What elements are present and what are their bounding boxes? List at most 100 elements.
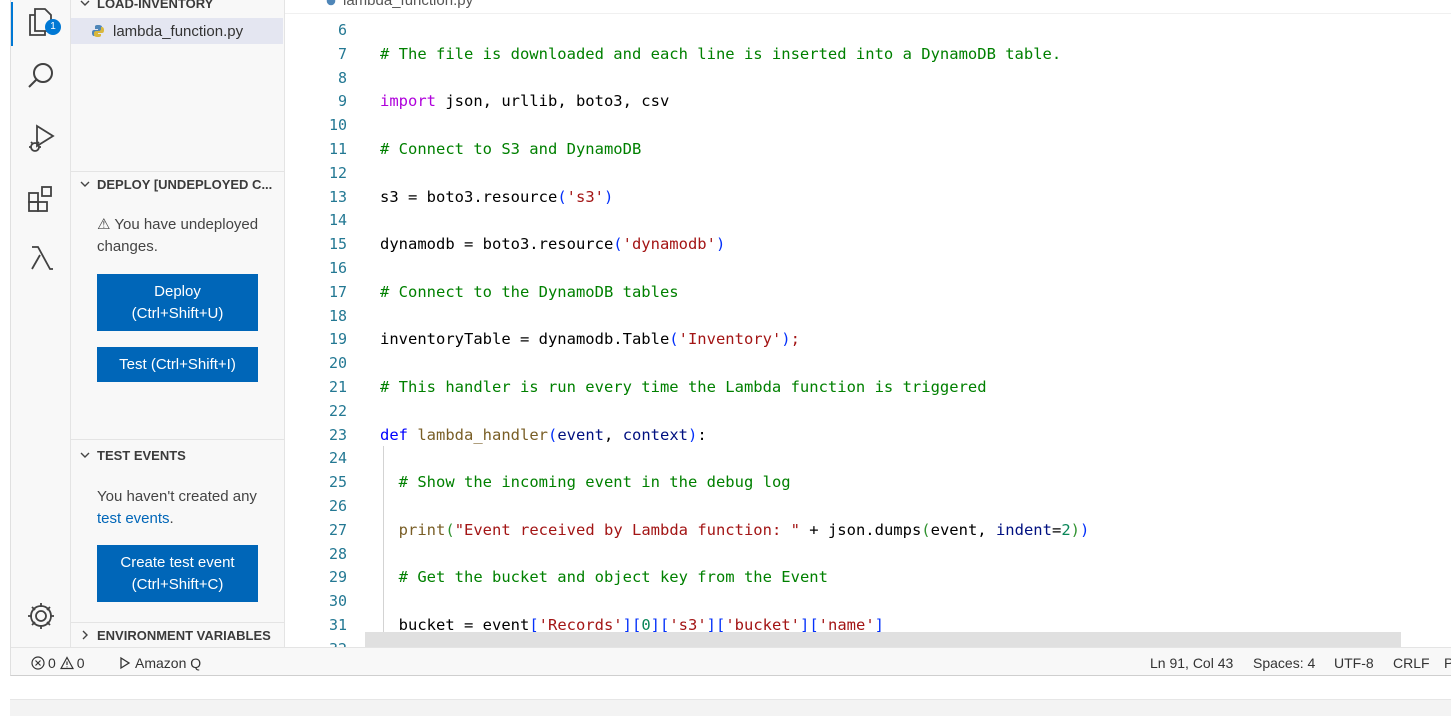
code-line[interactable]: 26 [285, 494, 1451, 518]
code-token: # Show the incoming event in the debug l… [398, 473, 791, 492]
code-line[interactable]: 28 [285, 542, 1451, 566]
code-line[interactable]: 17 # Connect to the DynamoDB tables [285, 280, 1451, 304]
code-token: # Get the bucket and object key from the… [398, 568, 828, 587]
code-token: lambda_handler [417, 425, 548, 444]
code-token: indent [995, 520, 1052, 539]
indentation-status[interactable]: Spaces: 4 [1253, 648, 1315, 675]
run-debug-icon[interactable] [21, 117, 61, 157]
deploy-button-label: Deploy [154, 282, 201, 300]
section-title: ENVIRONMENT VARIABLES [97, 627, 271, 643]
editor-tab-strip: lambda_function.py [285, 0, 1451, 14]
code-line[interactable]: 24 [285, 446, 1451, 470]
code-line[interactable]: 18 [285, 304, 1451, 328]
code-line[interactable]: 9 import json, urllib, boto3, csv [285, 89, 1451, 113]
eol-text: CRLF [1393, 654, 1430, 671]
code-line[interactable]: 19 inventoryTable = dynamodb.Table('Inven… [285, 327, 1451, 351]
language-status[interactable]: P [1444, 648, 1451, 675]
warning-icon [59, 655, 74, 669]
create-test-event-label: Create test event [120, 553, 235, 571]
code-token: , [604, 425, 623, 444]
horizontal-scrollbar[interactable] [365, 632, 1401, 647]
code-line[interactable]: 22 [285, 399, 1451, 423]
code-line[interactable]: 11 # Connect to S3 and DynamoDB [285, 137, 1451, 161]
code-line[interactable]: 10 [285, 113, 1451, 137]
code-token: "Event received by Lambda function: " [454, 520, 800, 539]
code-line[interactable]: 15 dynamodb = boto3.resource('dynamodb') [285, 232, 1451, 256]
error-count: 0 [48, 654, 56, 671]
code-line[interactable]: 25 # Show the incoming event in the debu… [285, 470, 1451, 494]
code-line[interactable]: 13 s3 = boto3.resource('s3') [285, 185, 1451, 209]
code-token: 2 [1061, 520, 1071, 539]
code-text: dynamodb = boto3.resource('dynamodb') [380, 232, 725, 256]
settings-gear-icon[interactable] [21, 596, 61, 636]
active-view-indicator [11, 2, 13, 46]
section-title: TEST EVENTS [97, 447, 186, 463]
code-token: ( [557, 187, 567, 206]
code-line[interactable]: 7 # The file is downloaded and each line … [285, 42, 1451, 66]
line-number: 23 [328, 425, 347, 444]
no-test-events-message: You haven't created any test events. [97, 486, 277, 530]
warning-icon: ⚠ [97, 216, 111, 233]
python-file-icon [326, 0, 336, 5]
code-token: s3 = boto3.resource [380, 187, 558, 206]
problems-indicator[interactable]: 0 0 [31, 648, 85, 675]
encoding-status[interactable]: UTF-8 [1334, 648, 1374, 675]
warning-count: 0 [76, 654, 85, 671]
language-text: P [1444, 655, 1451, 671]
cursor-position[interactable]: Ln 91, Col 43 [1150, 648, 1234, 675]
code-token: print [398, 520, 446, 539]
code-line[interactable]: 30 [285, 589, 1451, 613]
no-test-events-text: You haven't created any [97, 488, 257, 505]
line-number: 32 [285, 637, 347, 647]
code-token: = [1051, 520, 1062, 539]
code-line[interactable]: 20 [285, 351, 1451, 375]
python-file-icon [92, 25, 104, 37]
code-line[interactable]: 14 [285, 208, 1451, 232]
lower-panel-edge [10, 699, 1451, 716]
eol-status[interactable]: CRLF [1393, 648, 1430, 675]
code-text: import json, urllib, boto3, csv [380, 89, 669, 113]
code-token: # Connect to S3 and DynamoDB [380, 140, 642, 158]
code-token: ( [669, 330, 679, 349]
code-text: # Show the incoming event in the debug l… [380, 470, 791, 494]
test-button[interactable]: Test (Ctrl+Shift+I) [97, 347, 258, 382]
code-line[interactable]: 23 def lambda_handler(event, context): [285, 423, 1451, 447]
code-token: ) [603, 187, 614, 206]
code-line[interactable]: 29 # Get the bucket and object key from … [285, 565, 1451, 589]
code-line[interactable]: 12 [285, 161, 1451, 185]
lambda-icon[interactable] [21, 238, 61, 278]
section-title: LOAD-INVENTORY [97, 0, 214, 11]
section-header-test-events[interactable]: TEST EVENTS [71, 444, 284, 466]
undeployed-text: You have undeployed changes. [97, 216, 259, 255]
line-number: 26 [328, 497, 347, 515]
section-header-load-inventory[interactable]: LOAD-INVENTORY [71, 0, 284, 14]
code-editor[interactable]: lambda_function.py 6 7 # The file is downl… [285, 0, 1451, 647]
extensions-icon[interactable] [21, 180, 61, 220]
section-divider [71, 439, 284, 440]
chevron-right-icon [82, 630, 88, 640]
create-test-event-button[interactable]: Create test event (Ctrl+Shift+C) [97, 545, 258, 602]
cursor-position-text: Ln 91, Col 43 [1150, 654, 1234, 671]
code-token: 's3' [566, 187, 604, 206]
code-text: # The file is downloaded and each line i… [380, 42, 1061, 66]
code-line[interactable]: 6 [285, 18, 1451, 42]
line-number: 12 [328, 163, 347, 182]
code-token: event [557, 425, 605, 444]
editor-tab[interactable]: lambda_function.py [325, 0, 473, 9]
deploy-button[interactable]: Deploy (Ctrl+Shift+U) [97, 274, 258, 331]
code-line[interactable]: 8 [285, 66, 1451, 90]
section-header-environment-variables[interactable]: ENVIRONMENT VARIABLES [71, 624, 284, 646]
search-icon[interactable] [21, 56, 61, 96]
code-line[interactable]: 16 [285, 256, 1451, 280]
section-header-deploy[interactable]: DEPLOY [UNDEPLOYED C... [71, 173, 284, 195]
error-icon [31, 655, 45, 670]
test-events-link[interactable]: test events [97, 510, 170, 527]
amazon-q-status[interactable]: Amazon Q [118, 648, 201, 675]
line-number: 14 [328, 211, 347, 230]
section-title: DEPLOY [UNDEPLOYED C... [97, 176, 273, 192]
code-line[interactable]: 21 # This handler is run every time the L… [285, 375, 1451, 399]
code-line[interactable]: 27 print("Event received by Lambda funct… [285, 518, 1451, 542]
create-test-event-shortcut: (Ctrl+Shift+C) [131, 575, 224, 593]
file-item-lambda-function[interactable]: lambda_function.py [71, 18, 283, 44]
